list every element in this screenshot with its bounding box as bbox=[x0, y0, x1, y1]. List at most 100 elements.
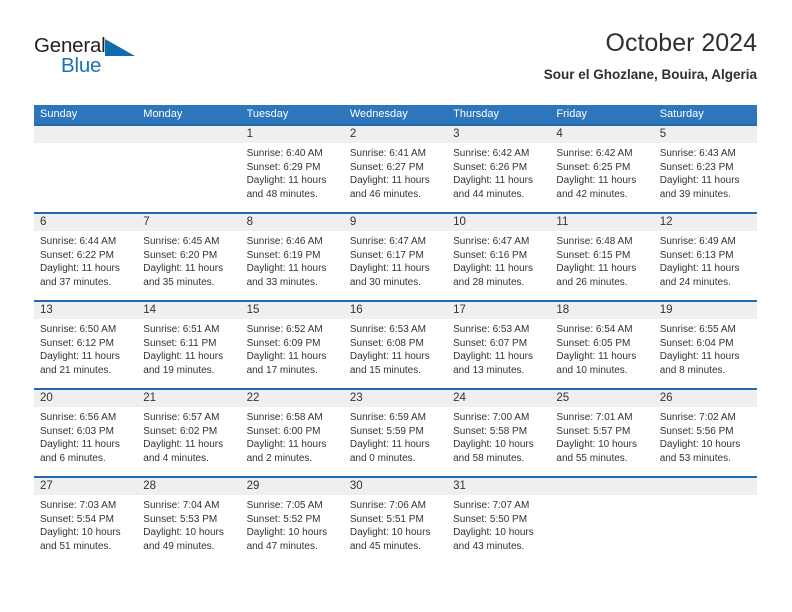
title-block: October 2024 Sour el Ghozlane, Bouira, A… bbox=[544, 28, 757, 83]
sunset-text: Sunset: 6:29 PM bbox=[246, 161, 321, 173]
day-number: 12 bbox=[659, 216, 673, 228]
day-cell-29[interactable]: 29 Sunrise: 7:05 AM Sunset: 5:52 PM Dayligh… bbox=[240, 478, 344, 564]
day-cell-7[interactable]: 7 Sunrise: 6:45 AM Sunset: 6:20 PM Daylight… bbox=[137, 214, 241, 300]
day-cell-4[interactable]: 4 Sunrise: 6:42 AM Sunset: 6:25 PM Daylight… bbox=[550, 126, 654, 212]
day-cell-9[interactable]: 9 Sunrise: 6:47 AM Sunset: 6:17 PM Daylight… bbox=[343, 214, 448, 300]
sunset-text: Sunset: 6:15 PM bbox=[556, 249, 631, 261]
day-number-band: 17 bbox=[447, 302, 551, 319]
day-number: 29 bbox=[246, 480, 260, 492]
daylight-text: Daylight: 10 hours and 55 minutes. bbox=[556, 439, 638, 464]
daylight-text: Daylight: 11 hours and 4 minutes. bbox=[143, 439, 224, 464]
sunset-text: Sunset: 6:11 PM bbox=[143, 337, 217, 349]
day-number: 31 bbox=[453, 480, 466, 492]
sunrise-text: Sunrise: 6:43 AM bbox=[659, 148, 736, 159]
day-cell-13[interactable]: 13 Sunrise: 6:50 AM Sunset: 6:12 PM Dayligh… bbox=[34, 302, 138, 388]
daylight-text: Daylight: 10 hours and 51 minutes. bbox=[40, 527, 121, 552]
day-cell-24[interactable]: 24 Sunrise: 7:00 AM Sunset: 5:58 PM Dayligh… bbox=[447, 390, 551, 476]
day-cell-28[interactable]: 28 Sunrise: 7:04 AM Sunset: 5:53 PM Dayligh… bbox=[137, 478, 241, 564]
day-number: 27 bbox=[40, 480, 53, 492]
sunrise-text: Sunrise: 6:50 AM bbox=[40, 324, 117, 335]
day-info: Sunrise: 6:42 AM Sunset: 6:25 PM Daylight:… bbox=[550, 143, 653, 201]
day-cell-1[interactable]: 1 Sunrise: 6:40 AM Sunset: 6:29 PM Daylight… bbox=[240, 126, 344, 212]
sunrise-text: Sunrise: 6:49 AM bbox=[659, 236, 736, 247]
day-cell-30[interactable]: 30 Sunrise: 7:06 AM Sunset: 5:51 PM Dayligh… bbox=[343, 478, 448, 564]
sunrise-text: Sunrise: 6:47 AM bbox=[453, 236, 530, 247]
day-cell-26[interactable]: 26 Sunrise: 7:02 AM Sunset: 5:56 PM Dayligh… bbox=[653, 390, 757, 476]
day-cell-19[interactable]: 19 Sunrise: 6:55 AM Sunset: 6:04 PM Dayligh… bbox=[653, 302, 757, 388]
sunset-text: Sunset: 5:50 PM bbox=[453, 513, 528, 525]
day-info: Sunrise: 6:57 AM Sunset: 6:02 PM Daylight:… bbox=[137, 407, 240, 465]
day-number: 24 bbox=[453, 392, 466, 404]
day-cell-20[interactable]: 20 Sunrise: 6:56 AM Sunset: 6:03 PM Dayligh… bbox=[34, 390, 138, 476]
day-cell-23[interactable]: 23 Sunrise: 6:59 AM Sunset: 5:59 PM Dayligh… bbox=[343, 390, 448, 476]
sunrise-text: Sunrise: 7:05 AM bbox=[246, 500, 323, 511]
day-number-band: 14 bbox=[137, 302, 241, 319]
day-cell-17[interactable]: 17 Sunrise: 6:53 AM Sunset: 6:07 PM Dayligh… bbox=[447, 302, 551, 388]
day-number-band: 26 bbox=[653, 390, 757, 407]
daylight-text: Daylight: 11 hours and 30 minutes. bbox=[349, 263, 430, 288]
sunset-text: Sunset: 5:54 PM bbox=[40, 513, 114, 525]
day-number: 22 bbox=[246, 392, 260, 404]
day-info: Sunrise: 7:02 AM Sunset: 5:56 PM Daylight:… bbox=[654, 407, 757, 465]
day-number: 2 bbox=[349, 128, 357, 140]
daylight-text: Daylight: 11 hours and 13 minutes. bbox=[453, 351, 533, 376]
day-number: 23 bbox=[349, 392, 363, 404]
day-number-band: 20 bbox=[34, 390, 138, 407]
calendar-week-row: 6 Sunrise: 6:44 AM Sunset: 6:22 PM Daylight… bbox=[34, 212, 757, 300]
daylight-text: Daylight: 11 hours and 24 minutes. bbox=[659, 263, 740, 288]
day-number-band: 15 bbox=[240, 302, 344, 319]
day-info: Sunrise: 6:47 AM Sunset: 6:16 PM Daylight:… bbox=[447, 231, 550, 289]
sunset-text: Sunset: 6:27 PM bbox=[349, 161, 424, 173]
weekday-header-row: Sunday Monday Tuesday Wednesday Thursday Frid… bbox=[34, 105, 757, 124]
general-blue-logo[interactable]: General Blue bbox=[34, 34, 164, 84]
daylight-text: Daylight: 11 hours and 48 minutes. bbox=[246, 175, 327, 200]
day-number-band: 13 bbox=[34, 302, 138, 319]
day-cell-8[interactable]: 8 Sunrise: 6:46 AM Sunset: 6:19 PM Daylight… bbox=[240, 214, 344, 300]
day-cell-2[interactable]: 2 Sunrise: 6:41 AM Sunset: 6:27 PM Daylight… bbox=[343, 126, 448, 212]
daylight-text: Daylight: 11 hours and 17 minutes. bbox=[246, 351, 327, 376]
day-cell-21[interactable]: 21 Sunrise: 6:57 AM Sunset: 6:02 PM Dayligh… bbox=[137, 390, 241, 476]
day-cell-22[interactable]: 22 Sunrise: 6:58 AM Sunset: 6:00 PM Dayligh… bbox=[240, 390, 344, 476]
sunset-text: Sunset: 6:00 PM bbox=[246, 425, 321, 437]
day-number-band: 24 bbox=[447, 390, 551, 407]
daylight-text: Daylight: 10 hours and 45 minutes. bbox=[349, 527, 431, 552]
day-cell-16[interactable]: 16 Sunrise: 6:53 AM Sunset: 6:08 PM Dayligh… bbox=[343, 302, 448, 388]
daylight-text: Daylight: 10 hours and 58 minutes. bbox=[453, 439, 534, 464]
day-number: 13 bbox=[40, 304, 53, 316]
day-cell-31[interactable]: 31 Sunrise: 7:07 AM Sunset: 5:50 PM Dayligh… bbox=[447, 478, 551, 564]
day-info: Sunrise: 6:54 AM Sunset: 6:05 PM Daylight:… bbox=[550, 319, 653, 377]
weekday-header-friday: Friday bbox=[556, 108, 587, 120]
day-cell-27[interactable]: 27 Sunrise: 7:03 AM Sunset: 5:54 PM Dayligh… bbox=[34, 478, 138, 564]
sunrise-text: Sunrise: 7:02 AM bbox=[659, 412, 736, 423]
day-number: 8 bbox=[246, 216, 253, 228]
sunset-text: Sunset: 6:05 PM bbox=[556, 337, 631, 349]
day-info: Sunrise: 6:56 AM Sunset: 6:03 PM Daylight:… bbox=[34, 407, 137, 465]
day-cell-15[interactable]: 15 Sunrise: 6:52 AM Sunset: 6:09 PM Dayligh… bbox=[240, 302, 344, 388]
day-cell-6[interactable]: 6 Sunrise: 6:44 AM Sunset: 6:22 PM Daylight… bbox=[34, 214, 138, 300]
daylight-text: Daylight: 11 hours and 21 minutes. bbox=[40, 351, 120, 376]
day-cell-11[interactable]: 11 Sunrise: 6:48 AM Sunset: 6:15 PM Dayligh… bbox=[550, 214, 654, 300]
day-number: 10 bbox=[453, 216, 466, 228]
day-cell-3[interactable]: 3 Sunrise: 6:42 AM Sunset: 6:26 PM Daylight… bbox=[447, 126, 551, 212]
day-cell-14[interactable]: 14 Sunrise: 6:51 AM Sunset: 6:11 PM Dayligh… bbox=[137, 302, 241, 388]
day-info: Sunrise: 6:51 AM Sunset: 6:11 PM Daylight:… bbox=[137, 319, 240, 377]
sunset-text: Sunset: 6:09 PM bbox=[246, 337, 321, 349]
daylight-text: Daylight: 11 hours and 33 minutes. bbox=[246, 263, 327, 288]
day-number: 30 bbox=[349, 480, 363, 492]
day-info: Sunrise: 6:48 AM Sunset: 6:15 PM Daylight:… bbox=[550, 231, 653, 289]
day-number-band: 9 bbox=[343, 214, 448, 231]
day-info: Sunrise: 7:01 AM Sunset: 5:57 PM Daylight:… bbox=[550, 407, 653, 465]
day-cell-18[interactable]: 18 Sunrise: 6:54 AM Sunset: 6:05 PM Dayligh… bbox=[550, 302, 654, 388]
day-info: Sunrise: 6:47 AM Sunset: 6:17 PM Daylight:… bbox=[344, 231, 447, 289]
day-cell-5[interactable]: 5 Sunrise: 6:43 AM Sunset: 6:23 PM Daylight… bbox=[653, 126, 757, 212]
sunset-text: Sunset: 6:16 PM bbox=[453, 249, 528, 261]
day-cell-25[interactable]: 25 Sunrise: 7:01 AM Sunset: 5:57 PM Dayligh… bbox=[550, 390, 654, 476]
day-cell-10[interactable]: 10 Sunrise: 6:47 AM Sunset: 6:16 PM Dayligh… bbox=[447, 214, 551, 300]
sunset-text: Sunset: 5:59 PM bbox=[349, 425, 424, 437]
day-number-band: 11 bbox=[550, 214, 654, 231]
day-number-band: 28 bbox=[137, 478, 241, 495]
day-cell-12[interactable]: 12 Sunrise: 6:49 AM Sunset: 6:13 PM Dayligh… bbox=[653, 214, 757, 300]
day-number-band: 21 bbox=[137, 390, 241, 407]
daylight-text: Daylight: 10 hours and 47 minutes. bbox=[246, 527, 328, 552]
daylight-text: Daylight: 11 hours and 44 minutes. bbox=[453, 175, 533, 200]
